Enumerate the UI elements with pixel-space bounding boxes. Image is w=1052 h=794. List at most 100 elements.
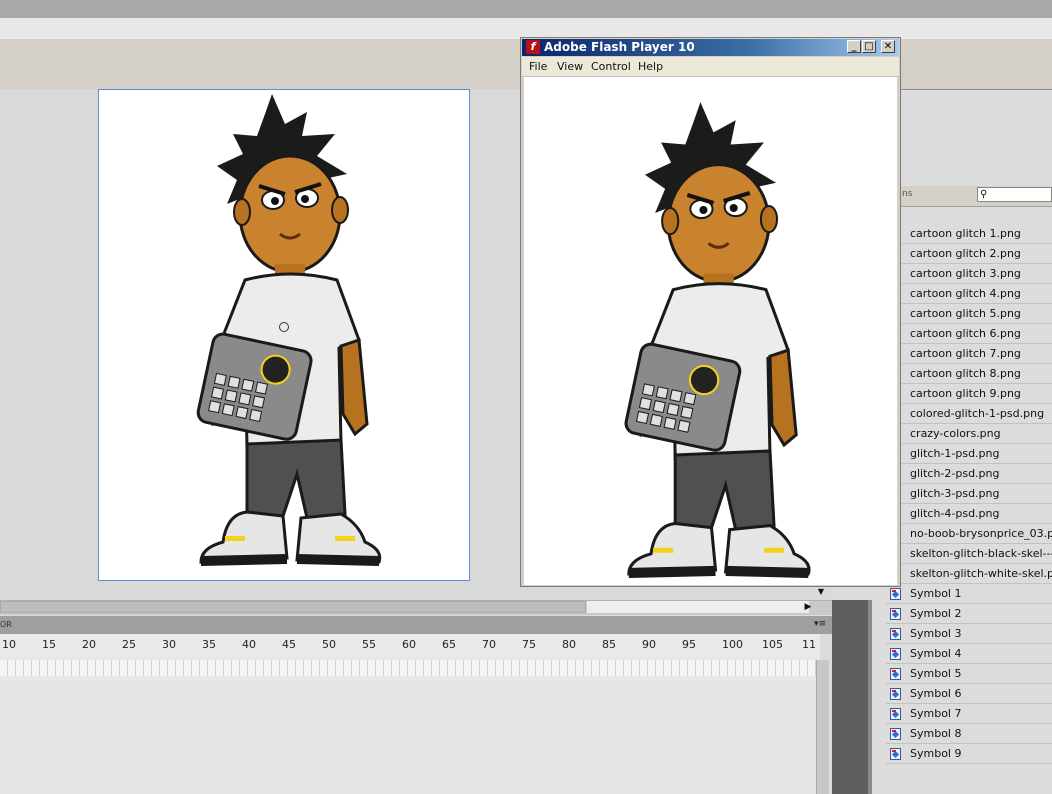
timeline-tick-label: 15 — [42, 638, 56, 651]
library-item[interactable]: cartoon glitch 6.png — [886, 324, 1052, 344]
library-item-label: glitch-4-psd.png — [910, 507, 1000, 520]
library-item[interactable]: Symbol 2 — [886, 604, 1052, 624]
movieclip-symbol-icon — [890, 607, 901, 620]
library-item-label: cartoon glitch 2.png — [910, 247, 1021, 260]
library-item[interactable]: crazy-colors.png — [886, 424, 1052, 444]
timeline-tick-label: 75 — [522, 638, 536, 651]
panel-menu-icon[interactable]: ▾≡ — [814, 619, 826, 629]
timeline-tick-label: 65 — [442, 638, 456, 651]
movieclip-symbol-icon — [890, 707, 901, 720]
library-item-label: cartoon glitch 4.png — [910, 287, 1021, 300]
library-item-label: cartoon glitch 3.png — [910, 267, 1021, 280]
movieclip-symbol-icon — [890, 627, 901, 640]
library-item-label: Symbol 1 — [910, 587, 962, 600]
library-item-label: Symbol 6 — [910, 687, 962, 700]
library-item[interactable]: Symbol 6 — [886, 684, 1052, 704]
library-item-label: colored-glitch-1-psd.png — [910, 407, 1045, 420]
library-item[interactable]: Symbol 4 — [886, 644, 1052, 664]
timeline-frames[interactable] — [0, 660, 816, 677]
minimize-button[interactable]: _ — [847, 40, 861, 53]
library-item[interactable]: cartoon glitch 9.png — [886, 384, 1052, 404]
panel-gutter — [832, 600, 868, 794]
scroll-down-icon[interactable]: ▼ — [815, 586, 827, 598]
library-label: ns — [902, 189, 913, 199]
library-item[interactable]: colored-glitch-1-psd.png — [886, 404, 1052, 424]
library-item-label: glitch-1-psd.png — [910, 447, 1000, 460]
close-button[interactable]: ✕ — [881, 40, 895, 53]
library-item[interactable]: cartoon glitch 2.png — [886, 244, 1052, 264]
library-item[interactable]: Symbol 9 — [886, 744, 1052, 764]
library-item[interactable]: glitch-3-psd.png — [886, 484, 1052, 504]
library-item[interactable]: cartoon glitch 1.png — [886, 224, 1052, 244]
scroll-right-icon[interactable]: ▶ — [803, 601, 813, 613]
timeline-tick-label: 80 — [562, 638, 576, 651]
library-item[interactable]: Symbol 5 — [886, 664, 1052, 684]
movieclip-symbol-icon — [890, 687, 901, 700]
timeline-tick-label: 50 — [322, 638, 336, 651]
timeline-tab-label[interactable]: OR — [0, 620, 12, 629]
cursor — [279, 322, 289, 332]
scrollbar-thumb[interactable] — [0, 601, 586, 613]
library-item-label: cartoon glitch 6.png — [910, 327, 1021, 340]
library-item[interactable]: cartoon glitch 7.png — [886, 344, 1052, 364]
movieclip-symbol-icon — [890, 587, 901, 600]
app-title-strip — [0, 0, 1052, 18]
library-item[interactable]: glitch-4-psd.png — [886, 504, 1052, 524]
library-item[interactable]: skelton-glitch-black-skel---Cop — [886, 544, 1052, 564]
flash-player-content[interactable] — [524, 77, 897, 585]
cartoon-character-stage[interactable] — [99, 90, 469, 580]
app-menu-strip — [0, 18, 1052, 38]
timeline-tick-label: 95 — [682, 638, 696, 651]
cartoon-character-preview — [624, 102, 811, 578]
library-item[interactable]: cartoon glitch 4.png — [886, 284, 1052, 304]
menu-control[interactable]: Control — [591, 60, 631, 73]
sampler-device — [196, 332, 313, 441]
timeline-tick-label: 11 — [802, 638, 816, 651]
library-item[interactable]: cartoon glitch 3.png — [886, 264, 1052, 284]
maximize-button[interactable]: □ — [862, 40, 876, 53]
flash-logo-icon: f — [526, 40, 540, 54]
menu-help[interactable]: Help — [638, 60, 663, 73]
movieclip-symbol-icon — [890, 667, 901, 680]
timeline-tick-label: 90 — [642, 638, 656, 651]
timeline-tick-label: 25 — [122, 638, 136, 651]
library-item-label: no-boob-brysonprice_03.png — [910, 527, 1052, 540]
timeline-tick-label: 70 — [482, 638, 496, 651]
timeline-body — [0, 676, 816, 794]
library-item-label: skelton-glitch-black-skel---Cop — [910, 547, 1052, 560]
library-item[interactable]: cartoon glitch 5.png — [886, 304, 1052, 324]
timeline-tick-label: 20 — [82, 638, 96, 651]
timeline-tick-label: 85 — [602, 638, 616, 651]
library-item-label: cartoon glitch 5.png — [910, 307, 1021, 320]
library-search-input[interactable]: ⚲ — [977, 187, 1052, 202]
timeline-tick-label: 40 — [242, 638, 256, 651]
library-item-label: Symbol 3 — [910, 627, 962, 640]
library-item[interactable]: no-boob-brysonprice_03.png — [886, 524, 1052, 544]
head — [238, 154, 342, 274]
menu-file[interactable]: File — [529, 60, 547, 73]
timeline-tick-label: 100 — [722, 638, 743, 651]
timeline-tick-label: 30 — [162, 638, 176, 651]
library-item-label: crazy-colors.png — [910, 427, 1001, 440]
library-item[interactable]: glitch-1-psd.png — [886, 444, 1052, 464]
library-item-label: Symbol 2 — [910, 607, 962, 620]
library-item-label: Symbol 8 — [910, 727, 962, 740]
library-item[interactable]: glitch-2-psd.png — [886, 464, 1052, 484]
library-item[interactable]: Symbol 3 — [886, 624, 1052, 644]
library-item-label: Symbol 7 — [910, 707, 962, 720]
library-item[interactable]: cartoon glitch 8.png — [886, 364, 1052, 384]
library-item-label: glitch-2-psd.png — [910, 467, 1000, 480]
movieclip-symbol-icon — [890, 727, 901, 740]
stage[interactable] — [98, 89, 470, 581]
library-item-label: cartoon glitch 9.png — [910, 387, 1021, 400]
menu-view[interactable]: View — [557, 60, 583, 73]
library-item[interactable]: skelton-glitch-white-skel.png — [886, 564, 1052, 584]
library-item[interactable]: Symbol 1 — [886, 584, 1052, 604]
timeline-vertical-scrollbar[interactable] — [816, 660, 829, 794]
flash-player-title: Adobe Flash Player 10 — [544, 40, 695, 54]
scrollbar-track[interactable] — [587, 601, 809, 613]
search-icon: ⚲ — [980, 189, 988, 200]
library-item[interactable]: Symbol 7 — [886, 704, 1052, 724]
library-item[interactable]: Symbol 8 — [886, 724, 1052, 744]
movieclip-symbol-icon — [890, 747, 901, 760]
